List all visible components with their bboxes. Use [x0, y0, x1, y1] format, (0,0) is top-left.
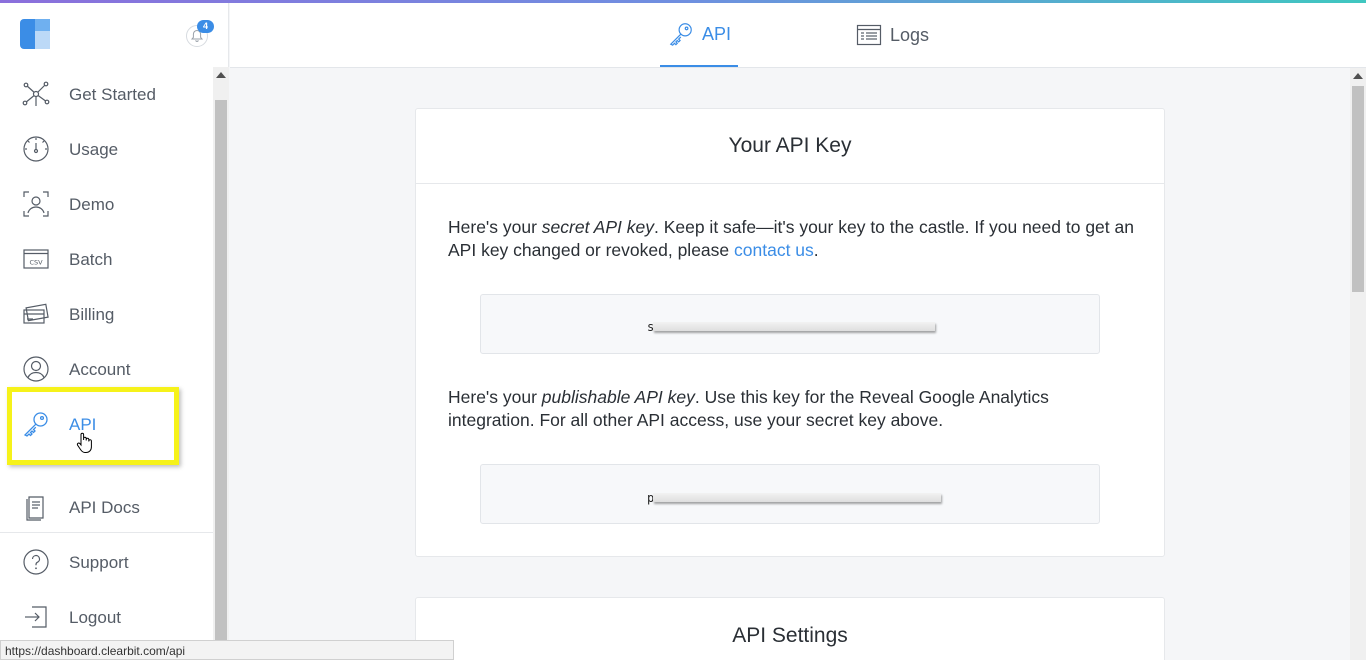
sidebar-item-label: Batch	[69, 249, 113, 269]
text-segment: Here's your	[448, 387, 542, 407]
main-scrollbar[interactable]	[1350, 68, 1366, 660]
sidebar-item-label: Support	[69, 552, 129, 572]
sidebar-item-api-docs[interactable]: API Docs	[0, 480, 213, 535]
scroll-up-arrow-icon[interactable]	[1353, 73, 1363, 79]
credit-card-icon	[23, 303, 49, 324]
document-icon	[26, 496, 44, 521]
api-settings-card: API Settings	[415, 597, 1165, 660]
clearbit-logo[interactable]	[20, 19, 50, 49]
browser-status-bar: https://dashboard.clearbit.com/api	[0, 640, 454, 660]
user-scan-icon	[23, 191, 49, 217]
sidebar-item-label: Billing	[69, 304, 115, 324]
logout-icon	[25, 606, 47, 628]
sidebar-item-support[interactable]: Support	[0, 535, 213, 590]
sidebar-item-account[interactable]: Account	[0, 342, 213, 397]
sidebar-nav: Get Started Usage Demo CSV Batch Billing…	[0, 67, 213, 640]
secret-key-description: Here's your secret API key. Keep it safe…	[448, 216, 1138, 262]
text-segment: Here's your	[448, 217, 542, 237]
sidebar-item-api[interactable]: API	[0, 397, 213, 453]
text-emphasis: publishable API key	[541, 387, 695, 407]
user-circle-icon	[23, 356, 49, 382]
top-gradient-bar	[0, 0, 1366, 3]
key-icon	[23, 412, 48, 437]
scroll-up-arrow-icon[interactable]	[216, 72, 226, 78]
sidebar-item-label: Usage	[69, 139, 119, 159]
sidebar-header: 4	[0, 3, 229, 67]
secret-key-redaction	[653, 322, 935, 331]
api-key-card: Your API Key Here's your secret API key.…	[415, 108, 1165, 557]
publishable-key-redaction	[653, 493, 941, 502]
logs-window-icon	[856, 24, 882, 46]
tab-label: Logs	[890, 24, 930, 45]
sidebar-item-billing[interactable]: Billing	[0, 287, 213, 342]
scrollbar-thumb[interactable]	[215, 100, 227, 640]
publishable-key-field[interactable]: p	[480, 464, 1100, 524]
text-segment: .	[813, 240, 819, 260]
card-title: Your API Key	[416, 109, 1164, 184]
sidebar-item-logout[interactable]: Logout	[0, 590, 213, 640]
sidebar-item-label: Get Started	[69, 84, 156, 104]
svg-text:CSV: CSV	[29, 259, 43, 267]
card-title: API Settings	[732, 623, 848, 647]
sidebar-item-label: Demo	[69, 194, 115, 214]
sidebar: 4 Get Started Usage Demo CSV Batch Billi…	[0, 0, 229, 660]
top-tab-bar: API Logs	[230, 3, 1366, 68]
notification-count-badge: 4	[197, 20, 214, 33]
scrollbar-thumb[interactable]	[1352, 86, 1364, 292]
gauge-icon	[23, 136, 49, 162]
sidebar-item-label: Account	[69, 359, 131, 379]
tab-label: API	[702, 23, 732, 44]
hand-cursor-icon	[76, 432, 92, 453]
secret-key-field[interactable]: s	[480, 294, 1100, 354]
sidebar-item-usage[interactable]: Usage	[0, 122, 213, 177]
question-icon	[23, 549, 49, 575]
sidebar-item-label: Logout	[69, 607, 121, 627]
key-icon	[669, 23, 692, 46]
sidebar-item-label: API Docs	[69, 497, 140, 517]
csv-icon: CSV	[23, 249, 49, 269]
network-icon	[22, 81, 50, 106]
publishable-key-description: Here's your publishable API key. Use thi…	[448, 386, 1138, 432]
tab-logs[interactable]: Logs	[856, 3, 966, 67]
sidebar-item-batch[interactable]: CSV Batch	[0, 232, 213, 287]
contact-us-link[interactable]: contact us	[734, 240, 814, 260]
text-emphasis: secret API key	[541, 217, 654, 237]
tab-api[interactable]: API	[660, 3, 738, 67]
sidebar-item-demo[interactable]: Demo	[0, 177, 213, 232]
sidebar-scrollbar[interactable]	[213, 67, 229, 640]
sidebar-item-get-started[interactable]: Get Started	[0, 67, 213, 122]
